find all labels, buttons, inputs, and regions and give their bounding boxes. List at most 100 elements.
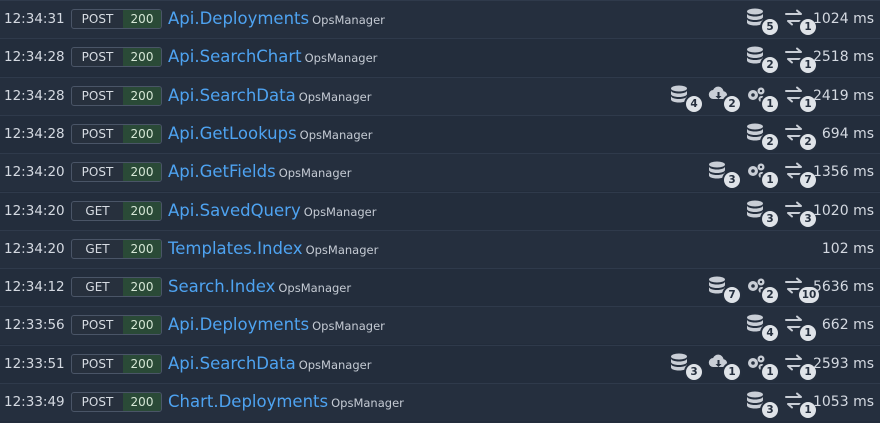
request-row[interactable]: 12:34:12 GET 200 Search.Index OpsManager 7 2 10… — [0, 268, 880, 307]
route-link[interactable]: Api.SearchData — [168, 86, 296, 105]
database-stat[interactable]: 2 — [746, 44, 778, 74]
http-exchange-stat[interactable]: 1 — [784, 6, 816, 35]
count-badge: 4 — [686, 95, 702, 112]
route-link[interactable]: Chart.Deployments — [168, 392, 328, 411]
request-row[interactable]: 12:34:28 POST 200 Api.GetLookups OpsManager 2… — [0, 114, 880, 153]
http-exchange-stat[interactable]: 1 — [784, 83, 816, 112]
route-link[interactable]: Api.Deployments — [168, 9, 309, 28]
database-stat[interactable]: 4 — [746, 312, 778, 342]
request-time: 12:33:51 — [4, 355, 65, 372]
count-badge: 1 — [800, 325, 816, 342]
request-row[interactable]: 12:34:31 POST 200 Api.Deployments OpsManager… — [0, 0, 880, 38]
request-duration: 102 ms — [821, 240, 874, 257]
request-method-status: POST 200 — [71, 353, 162, 374]
status-code: 200 — [123, 239, 161, 258]
count-badge: 1 — [762, 95, 778, 112]
request-time: 12:33:56 — [4, 317, 65, 334]
route-link[interactable]: Api.GetFields — [168, 162, 276, 181]
count-badge: 3 — [724, 172, 740, 189]
route-link[interactable]: Search.Index — [168, 277, 275, 296]
cache-stat[interactable]: 1 — [746, 351, 778, 380]
http-exchange-stat[interactable]: 10 — [784, 274, 819, 304]
database-stat[interactable]: 3 — [708, 159, 740, 189]
count-badge: 5 — [762, 19, 778, 35]
request-row[interactable]: 12:34:20 POST 200 Api.GetFields OpsManager 3 1… — [0, 153, 880, 192]
status-code: 200 — [123, 201, 161, 220]
database-stat[interactable]: 4 — [670, 83, 702, 112]
request-method-status: POST 200 — [71, 47, 162, 68]
request-name: Search.Index OpsManager — [168, 269, 351, 306]
request-time: 12:34:28 — [4, 125, 65, 142]
count-badge: 2 — [762, 287, 778, 304]
request-stats: 4 2 11 — [670, 83, 816, 112]
request-duration: 1053 ms — [812, 394, 874, 410]
request-name: Api.SavedQuery OpsManager — [168, 193, 376, 230]
request-row[interactable]: 12:34:28 POST 200 Api.SearchData OpsManager 4… — [0, 76, 880, 115]
route-link[interactable]: Api.SavedQuery — [168, 201, 301, 220]
cache-stat[interactable]: 1 — [746, 159, 778, 189]
cloud-download-stat[interactable]: 2 — [708, 83, 740, 112]
http-exchange-stat[interactable]: 1 — [784, 312, 816, 342]
app-label: OpsManager — [305, 242, 379, 257]
request-row[interactable]: 12:34:28 POST 200 Api.SearchChart OpsManager… — [0, 38, 880, 77]
request-method-status: POST 200 — [71, 85, 162, 106]
request-time: 12:34:31 — [4, 11, 65, 27]
count-badge: 2 — [800, 133, 816, 150]
request-method-status: POST 200 — [71, 392, 162, 412]
request-name: Api.GetLookups OpsManager — [168, 116, 372, 153]
request-method-status: POST 200 — [71, 315, 162, 336]
request-row[interactable]: 12:34:20 GET 200 Templates.Index OpsManager 1… — [0, 229, 880, 268]
status-code: 200 — [123, 316, 161, 335]
route-link[interactable]: Templates.Index — [168, 239, 303, 258]
request-name: Api.Deployments OpsManager — [168, 307, 385, 344]
route-link[interactable]: Api.GetLookups — [168, 124, 297, 143]
count-badge: 7 — [724, 287, 740, 304]
http-exchange-stat[interactable]: 2 — [784, 121, 816, 150]
request-duration: 662 ms — [821, 317, 874, 334]
database-stat[interactable]: 3 — [746, 389, 778, 418]
app-label: OpsManager — [312, 319, 385, 334]
http-method: GET — [85, 280, 110, 295]
status-code: 200 — [123, 278, 161, 297]
http-exchange-stat[interactable]: 1 — [784, 44, 816, 74]
request-row[interactable]: 12:33:49 POST 200 Chart.Deployments OpsManag… — [0, 383, 880, 421]
request-stats: 22 — [746, 121, 816, 150]
count-badge: 3 — [762, 402, 778, 418]
request-time: 12:34:20 — [4, 202, 65, 219]
database-stat[interactable]: 7 — [708, 274, 740, 304]
database-stat[interactable]: 5 — [746, 6, 778, 35]
request-time: 12:33:49 — [4, 394, 65, 410]
request-stats: 21 — [746, 44, 816, 74]
route-link[interactable]: Api.SearchData — [168, 354, 296, 373]
database-stat[interactable]: 3 — [746, 198, 778, 227]
app-label: OpsManager — [312, 13, 385, 27]
request-stats: 3 17 — [708, 159, 816, 189]
http-exchange-stat[interactable]: 1 — [784, 351, 816, 380]
app-label: OpsManager — [298, 357, 372, 372]
request-name: Api.GetFields OpsManager — [168, 154, 351, 191]
count-badge: 2 — [762, 133, 778, 150]
database-stat[interactable]: 3 — [670, 351, 702, 380]
cloud-download-stat[interactable]: 1 — [708, 351, 740, 380]
http-exchange-stat[interactable]: 1 — [784, 389, 816, 418]
app-label: OpsManager — [303, 204, 377, 219]
http-method: GET — [85, 203, 110, 218]
http-method: POST — [81, 12, 114, 26]
request-row[interactable]: 12:34:20 GET 200 Api.SavedQuery OpsManager 3 3… — [0, 191, 880, 230]
request-duration: 5636 ms — [812, 279, 874, 296]
cache-stat[interactable]: 1 — [746, 83, 778, 112]
http-exchange-stat[interactable]: 3 — [784, 198, 816, 227]
route-link[interactable]: Api.SearchChart — [168, 47, 302, 66]
request-row[interactable]: 12:33:51 POST 200 Api.SearchData OpsManager 3… — [0, 344, 880, 383]
request-stats: 3111 — [670, 351, 816, 380]
status-code: 200 — [123, 163, 161, 182]
request-row[interactable]: 12:33:56 POST 200 Api.Deployments OpsManager… — [0, 306, 880, 345]
count-badge: 2 — [762, 57, 778, 74]
cache-stat[interactable]: 2 — [746, 274, 778, 304]
request-stats: 41 — [746, 312, 816, 342]
count-badge: 3 — [686, 363, 702, 380]
app-label: OpsManager — [331, 396, 404, 410]
database-stat[interactable]: 2 — [746, 121, 778, 150]
route-link[interactable]: Api.Deployments — [168, 315, 309, 334]
http-exchange-stat[interactable]: 7 — [784, 159, 816, 189]
